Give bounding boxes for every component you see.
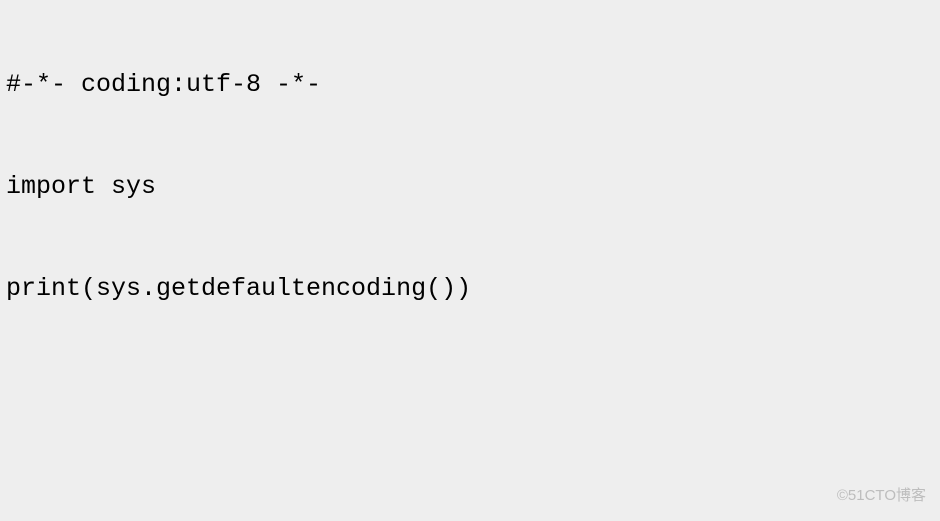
watermark: ©51CTO博客	[837, 479, 926, 513]
code-line: print(sys.getdefaultencoding())	[6, 272, 936, 306]
code-line: import sys	[6, 170, 936, 204]
code-line: #-*- coding:utf-8 -*-	[6, 68, 936, 102]
code-line	[6, 476, 936, 510]
code-editor[interactable]: #-*- coding:utf-8 -*- import sys print(s…	[0, 0, 940, 521]
code-line	[6, 374, 936, 408]
